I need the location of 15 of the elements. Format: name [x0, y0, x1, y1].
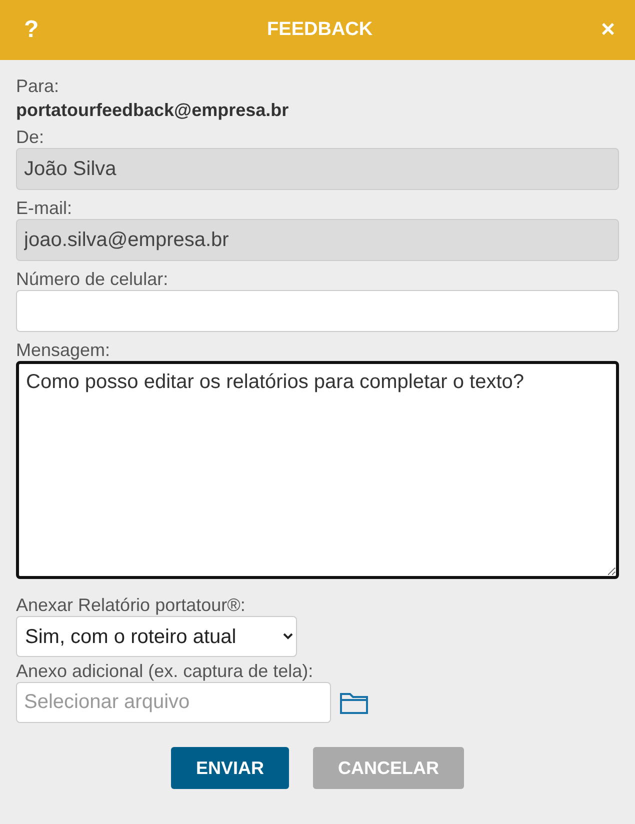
select-dropdown[interactable]: Sim, com o roteiro atual: [16, 616, 297, 657]
input-field[interactable]: [16, 290, 619, 332]
folder-icon[interactable]: [339, 690, 369, 714]
field-label: Para:: [16, 76, 60, 97]
field-label: Anexar Relatório portatour®:: [16, 595, 246, 616]
message-field[interactable]: Como posso editar os relatórios para completar o texto?: [16, 361, 619, 579]
field-label: De:: [16, 127, 46, 148]
recipient-email: portatourfeedback@empresa.br: [16, 99, 290, 122]
dialog-title: FEEDBACK: [267, 18, 373, 42]
file-field[interactable]: Selecionar arquivo: [16, 682, 331, 723]
field-label: Mensagem:: [16, 340, 112, 361]
field-label: Número de celular:: [16, 269, 170, 290]
field-label: Anexo adicional (ex. captura de tela):: [16, 661, 314, 682]
field-label: E-mail:: [16, 198, 74, 219]
send-button[interactable]: ENVIAR: [170, 747, 289, 789]
